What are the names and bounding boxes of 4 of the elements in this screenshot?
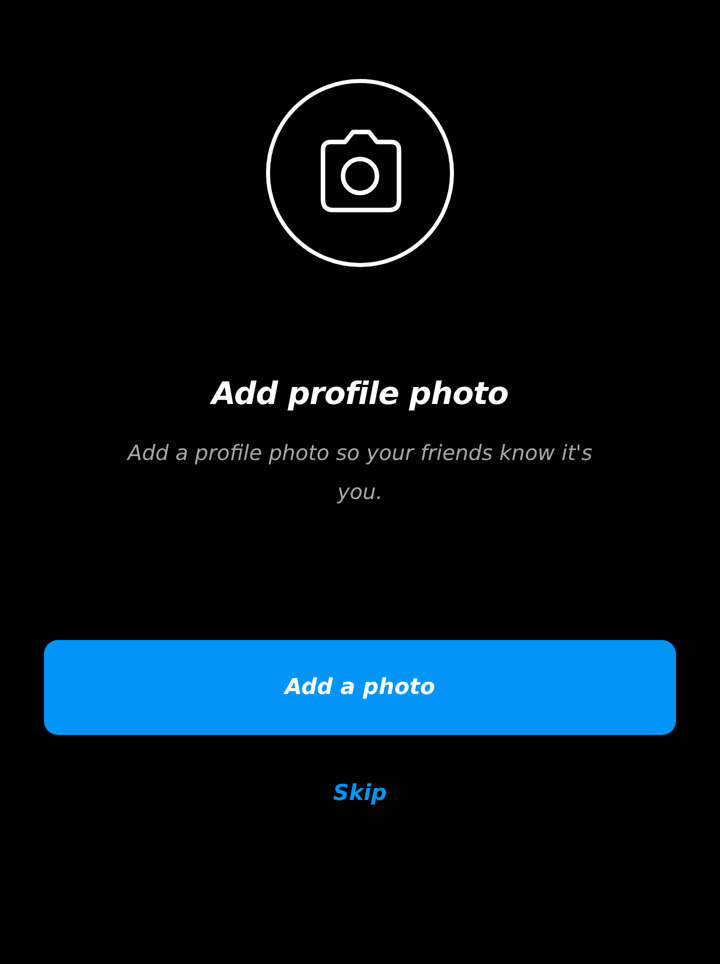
skip-link[interactable]: Skip [333,781,387,806]
description: Add a profile photo so your friends know it's you. [126,440,594,506]
camera-icon [265,78,455,268]
title: Add profile photo [212,375,508,414]
